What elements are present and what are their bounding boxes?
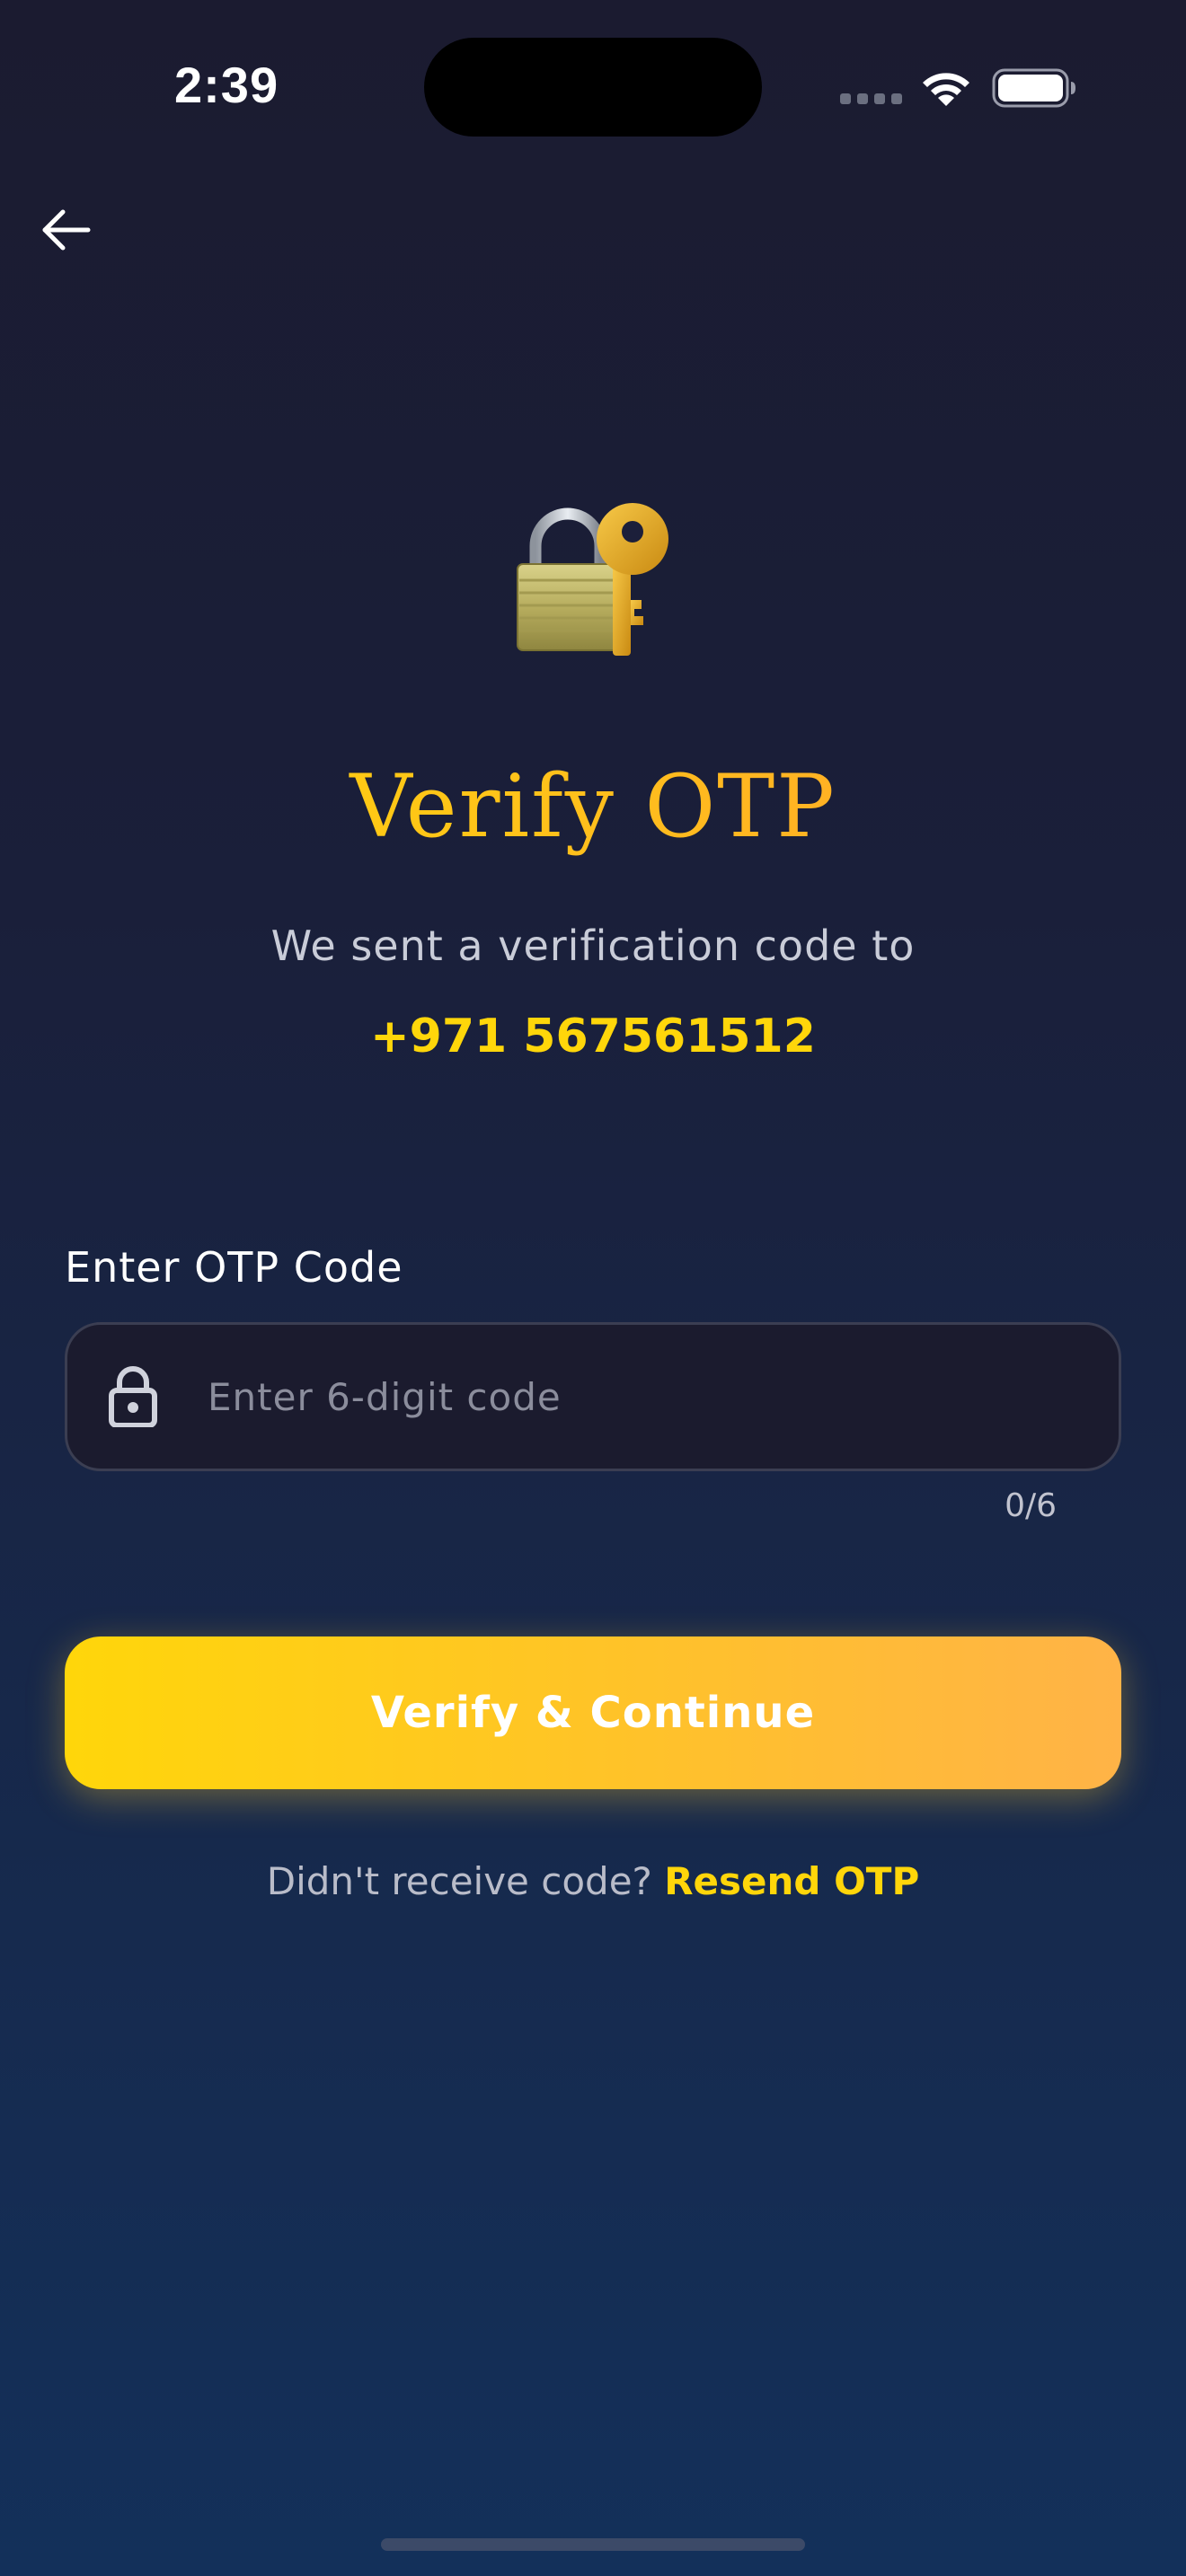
phone-number: +971 567561512 [370, 1010, 816, 1063]
locked-with-key-icon [517, 503, 668, 656]
battery-icon [992, 68, 1075, 108]
home-indicator[interactable] [381, 2538, 805, 2551]
resend-otp-link[interactable]: Resend OTP [664, 1859, 919, 1903]
wifi-icon [923, 73, 969, 106]
back-button[interactable] [36, 199, 97, 260]
lock-icon [109, 1366, 157, 1427]
dynamic-island [424, 38, 762, 137]
page-title: Verify OTP [0, 753, 1186, 860]
arrow-left-icon [42, 209, 91, 251]
verify-continue-button[interactable]: Verify & Continue [65, 1636, 1121, 1789]
otp-field-label: Enter OTP Code [65, 1243, 403, 1292]
otp-character-counter: 0/6 [1005, 1487, 1057, 1524]
cellular-signal-icon [840, 93, 902, 104]
otp-input[interactable] [206, 1373, 1119, 1420]
status-time: 2:39 [174, 57, 279, 113]
otp-input-container[interactable] [65, 1322, 1121, 1471]
resend-row: Didn't receive code? Resend OTP [0, 1859, 1186, 1903]
verification-message: We sent a verification code to [270, 922, 916, 970]
resend-prompt: Didn't receive code? [266, 1859, 665, 1903]
